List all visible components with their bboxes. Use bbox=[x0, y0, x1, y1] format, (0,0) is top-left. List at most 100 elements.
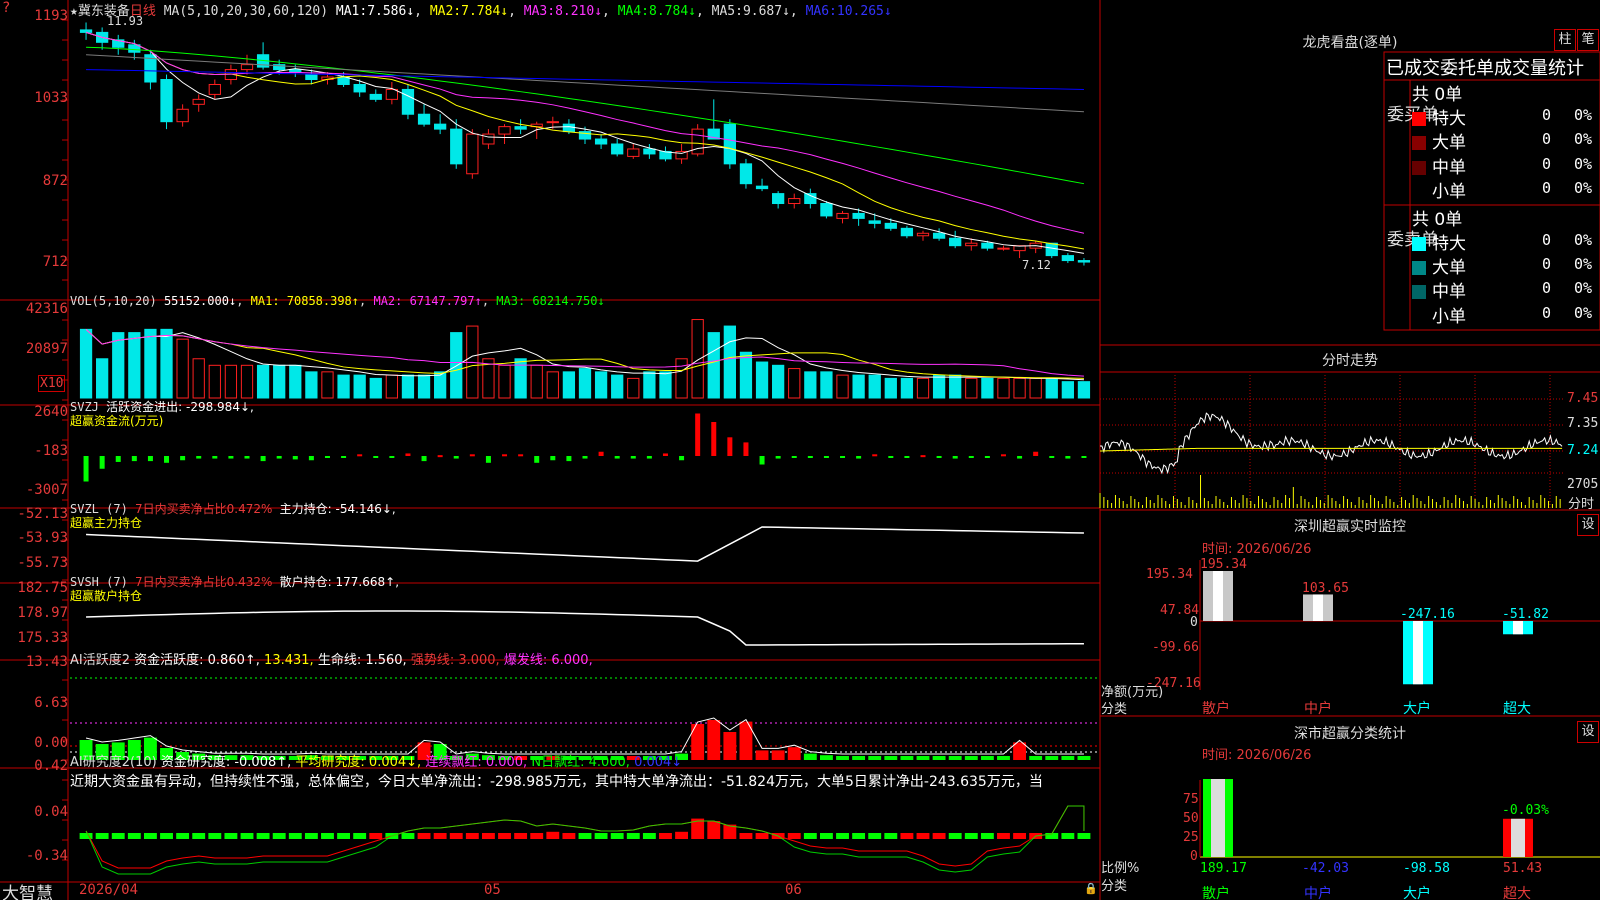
moneyflow-bar bbox=[840, 456, 846, 458]
research-bar bbox=[610, 833, 624, 839]
volume-bar bbox=[611, 374, 624, 399]
candle-body bbox=[932, 232, 946, 239]
moneyflow-bar bbox=[1049, 456, 1055, 458]
scroll-up-icon[interactable]: ? bbox=[2, 0, 10, 16]
svzl-y-tick: -55.73 bbox=[17, 555, 68, 571]
buy-row-name: 大单 bbox=[1432, 133, 1466, 153]
stats-category: 超大 bbox=[1503, 886, 1531, 900]
research-bar bbox=[964, 833, 978, 839]
candle-body bbox=[466, 133, 479, 175]
moneyflow-bar bbox=[566, 456, 572, 462]
sell-pct: 0% bbox=[1574, 231, 1593, 249]
activity-bar bbox=[771, 750, 785, 760]
candle-body bbox=[417, 113, 431, 125]
high-marker: 11.93 bbox=[107, 14, 144, 28]
research-bar bbox=[916, 833, 930, 839]
research-bar bbox=[337, 833, 351, 839]
volume-bar bbox=[788, 368, 801, 399]
moneyflow-bar bbox=[131, 456, 137, 462]
research-bar bbox=[1077, 833, 1091, 839]
buy-row-name: 中单 bbox=[1432, 158, 1466, 178]
ma1-value: 7.586↓ bbox=[367, 4, 415, 19]
date-tick: 06 bbox=[785, 882, 802, 898]
moneyflow-bar bbox=[614, 456, 620, 459]
moneyflow-bar bbox=[695, 413, 701, 456]
candle-body bbox=[772, 193, 785, 205]
research-bar bbox=[208, 833, 222, 839]
stroke-button[interactable]: 笔 bbox=[1577, 29, 1599, 51]
research-bar bbox=[176, 833, 190, 839]
star-icon[interactable]: ★ bbox=[70, 4, 78, 19]
sell-total: 共 0单 bbox=[1412, 210, 1463, 230]
stats-value: -42.03 bbox=[1302, 861, 1349, 876]
moneyflow-bar bbox=[1081, 456, 1087, 458]
sell-side-label: 委卖单 bbox=[1387, 229, 1438, 251]
research-bar bbox=[353, 833, 367, 839]
stats-settings-button[interactable]: 设 bbox=[1577, 721, 1599, 743]
research-bar bbox=[401, 833, 415, 839]
research-bar bbox=[787, 833, 801, 839]
research-bar bbox=[449, 833, 463, 839]
monitor-settings-button[interactable]: 设 bbox=[1577, 514, 1599, 536]
research-bar bbox=[980, 833, 994, 839]
candle-body bbox=[482, 133, 495, 145]
volume-bar bbox=[981, 377, 994, 399]
monitor-value-label: -247.16 bbox=[1400, 607, 1455, 622]
candle-body bbox=[1061, 255, 1074, 262]
volume-bar bbox=[450, 332, 463, 399]
sell-row-name: 特大 bbox=[1432, 234, 1466, 254]
candle-body bbox=[643, 148, 656, 155]
vol-y-tick: 42316 bbox=[25, 301, 68, 317]
moneyflow-bar bbox=[389, 456, 395, 458]
pillar-button[interactable]: 柱 bbox=[1554, 29, 1576, 51]
vol-header: VOL(5,10,20) 55152.000↓, MA1: 70858.398↑… bbox=[70, 294, 605, 308]
volume-bar bbox=[949, 374, 962, 399]
activity-bar bbox=[1013, 742, 1027, 760]
vol-unit-badge[interactable]: X10 bbox=[38, 375, 66, 392]
monitor-category: 超大 bbox=[1503, 701, 1531, 717]
moneyflow-bar bbox=[1017, 456, 1023, 459]
moneyflow-bar bbox=[823, 456, 829, 458]
ma-line-5 bbox=[86, 54, 1084, 113]
stats-bar-highlight bbox=[1211, 779, 1225, 857]
monitor-bar-highlight bbox=[1413, 621, 1423, 685]
moneyflow-bar bbox=[952, 456, 958, 459]
moneyflow-bar bbox=[308, 456, 314, 461]
activity-bar bbox=[723, 732, 737, 760]
ma6-name: MA6: bbox=[805, 4, 837, 19]
intraday-y-tick: 2705 bbox=[1567, 477, 1599, 492]
intraday-price-line bbox=[1099, 412, 1563, 475]
monitor-value-label: -51.82 bbox=[1502, 607, 1549, 622]
activity-bar bbox=[900, 756, 914, 760]
buy-pct: 0% bbox=[1574, 106, 1593, 124]
sell-count: 0 bbox=[1542, 231, 1552, 249]
moneyflow-bar bbox=[147, 456, 153, 462]
research-bar bbox=[304, 833, 318, 839]
volume-bar bbox=[128, 332, 141, 399]
moneyflow-bar bbox=[164, 456, 170, 463]
research-bar bbox=[739, 833, 753, 839]
research-bar bbox=[997, 833, 1010, 839]
ai-active-legend-1: 资金活跃度: 0.860↑, bbox=[134, 653, 260, 668]
svzj-y-tick: -183 bbox=[34, 443, 68, 459]
candle-body bbox=[739, 163, 753, 185]
moneyflow-bar bbox=[83, 456, 89, 482]
volume-bar bbox=[691, 319, 704, 399]
vol-ma1: MA1: 70858.398↑ bbox=[250, 294, 360, 308]
volume-bar bbox=[530, 364, 543, 399]
monitor-category: 散户 bbox=[1202, 701, 1230, 717]
candle-body bbox=[546, 121, 559, 124]
research-bar bbox=[79, 833, 93, 839]
svzl-y-tick: -53.93 bbox=[17, 530, 68, 546]
xl-legend-icon bbox=[1412, 237, 1426, 251]
volume-bar bbox=[1061, 381, 1074, 399]
research-bar bbox=[803, 833, 817, 839]
moneyflow-bar bbox=[888, 456, 894, 458]
buy-count: 0 bbox=[1542, 155, 1552, 173]
lock-icon[interactable]: 🔒 bbox=[1084, 882, 1098, 895]
svzl-legend-value: 主力持仓: -54.146↓, bbox=[279, 502, 396, 516]
research-bar bbox=[868, 833, 882, 839]
vol-title: VOL(5,10,20) bbox=[70, 294, 157, 308]
research-bar bbox=[433, 833, 447, 839]
moneyflow-bar bbox=[743, 442, 749, 456]
